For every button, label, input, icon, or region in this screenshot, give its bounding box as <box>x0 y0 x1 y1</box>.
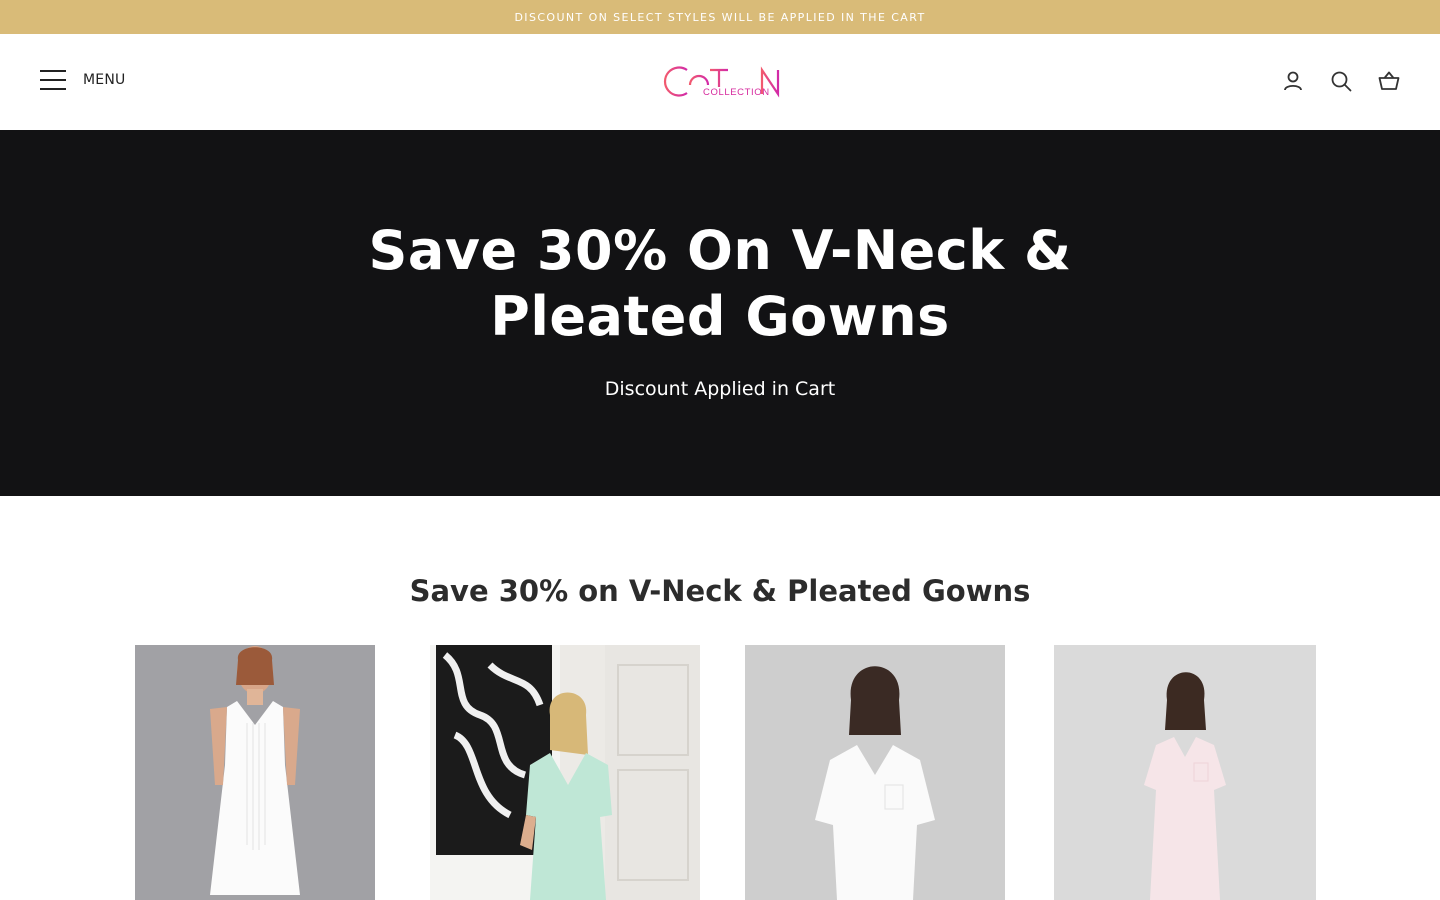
hero-subtitle: Discount Applied in Cart <box>604 378 836 400</box>
hamburger-icon <box>40 70 66 90</box>
menu-label: MENU <box>83 72 126 88</box>
logo-graphic: COLLECTION <box>663 66 780 98</box>
logo-subtext: COLLECTION <box>703 87 770 98</box>
product-card-image[interactable] <box>745 645 1005 900</box>
site-logo[interactable]: COLLECTION <box>660 64 782 100</box>
product-photo <box>430 645 700 900</box>
product-photo <box>745 645 1005 900</box>
announcement-text: DISCOUNT ON SELECT STYLES WILL BE APPLIE… <box>514 10 926 24</box>
collection-title: Save 30% on V-Neck & Pleated Gowns <box>409 574 1031 608</box>
account-icon[interactable] <box>1282 70 1304 92</box>
hero-title-line-1: Save 30% On V-Neck & <box>368 219 1072 282</box>
product-card-image[interactable] <box>1054 645 1316 900</box>
product-photo <box>1054 645 1316 900</box>
site-header: MENU COLLECTION <box>0 34 1440 130</box>
product-photo <box>135 645 375 900</box>
hero-title: Save 30% On V-Neck & Pleated Gowns <box>0 218 1440 350</box>
hero-title-line-2: Pleated Gowns <box>490 285 950 348</box>
hero-banner: Save 30% On V-Neck & Pleated Gowns Disco… <box>0 130 1440 496</box>
search-icon[interactable] <box>1330 70 1352 92</box>
menu-button[interactable]: MENU <box>40 70 125 90</box>
cart-icon[interactable] <box>1378 70 1400 92</box>
product-card-image[interactable] <box>430 645 700 900</box>
header-icons <box>1282 70 1400 92</box>
product-card-image[interactable] <box>135 645 375 900</box>
announcement-bar: DISCOUNT ON SELECT STYLES WILL BE APPLIE… <box>0 0 1440 34</box>
